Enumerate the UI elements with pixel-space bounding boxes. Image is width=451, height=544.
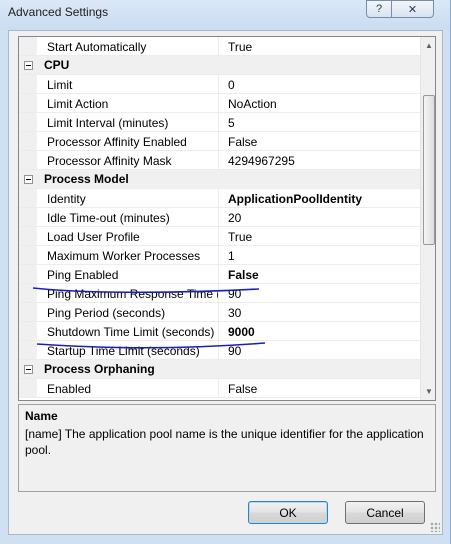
description-pane: Name [name] The application pool name is… [18,404,436,492]
row-margin [19,37,37,55]
category-label: Process Model [44,172,129,186]
property-name: Limit [37,75,219,93]
property-row[interactable]: Startup Time Limit (seconds) 90 [19,341,420,360]
property-value[interactable]: True [219,37,420,55]
row-margin [19,284,37,302]
property-name: Shutdown Time Limit (seconds) [37,322,219,340]
property-row[interactable]: Idle Time-out (minutes) 20 [19,208,420,227]
row-margin [19,227,37,245]
category-label: Process Orphaning [44,362,155,376]
property-value[interactable]: ApplicationPoolIdentity [219,189,420,207]
row-margin [19,379,37,397]
property-row[interactable]: Limit Action NoAction [19,94,420,113]
row-margin [19,265,37,283]
property-name: Startup Time Limit (seconds) [37,341,219,359]
description-text: [name] The application pool name is the … [25,427,424,457]
property-row[interactable]: Shutdown Time Limit (seconds) 9000 [19,322,420,341]
caption-buttons: ? ✕ [366,0,434,18]
row-margin [19,246,37,264]
help-icon: ? [375,3,383,15]
advanced-settings-window: Advanced Settings ? ✕ Start Automaticall… [0,0,451,544]
scroll-down-arrow-icon[interactable]: ▼ [421,383,435,400]
property-value[interactable]: 0 [219,75,420,93]
property-value[interactable]: 90 [219,284,420,302]
resize-grip[interactable] [430,522,440,532]
cancel-button[interactable]: Cancel [345,501,425,524]
property-value[interactable]: 1 [219,246,420,264]
description-title: Name [25,409,58,423]
property-value[interactable]: 90 [219,341,420,359]
category-row[interactable]: Process Model [19,170,420,189]
scroll-up-arrow-icon[interactable]: ▲ [421,37,435,54]
row-margin [19,303,37,321]
property-row[interactable]: Processor Affinity Enabled False [19,132,420,151]
ok-button[interactable]: OK [248,501,328,524]
property-value[interactable]: 4294967295 [219,151,420,169]
close-icon: ✕ [407,3,418,16]
category-row[interactable]: Process Orphaning [19,360,420,379]
property-row[interactable]: Processor Affinity Mask 4294967295 [19,151,420,170]
property-row[interactable]: Ping Enabled False [19,265,420,284]
property-name: Enabled [37,379,219,397]
scrollbar-thumb[interactable] [423,95,435,245]
property-value[interactable]: False [219,132,420,150]
help-button[interactable]: ? [366,0,392,18]
window-title: Advanced Settings [8,5,109,19]
property-name: Ping Period (seconds) [37,303,219,321]
property-name: Limit Action [37,94,219,112]
property-value[interactable]: False [219,379,420,397]
row-margin [19,322,37,340]
collapse-toggle-icon[interactable] [24,364,33,374]
property-name: Ping Maximum Response Time (s [37,284,219,302]
property-name: Processor Affinity Enabled [37,132,219,150]
property-name: Processor Affinity Mask [37,151,219,169]
property-name: Ping Enabled [37,265,219,283]
property-row[interactable]: Ping Maximum Response Time (s 90 [19,284,420,303]
category-label: CPU [44,58,70,72]
collapse-toggle-icon[interactable] [24,60,33,70]
row-margin [19,341,37,359]
property-row[interactable]: Enabled False [19,379,420,398]
row-margin [19,113,37,131]
property-value[interactable]: True [219,227,420,245]
property-grid-rows: Start Automatically True CPU Limit 0 Limit Ac… [19,37,420,398]
property-row[interactable]: Limit 0 [19,75,420,94]
vertical-scrollbar[interactable]: ▲ ▼ [420,37,435,400]
property-row[interactable]: Maximum Worker Processes 1 [19,246,420,265]
row-margin [19,75,37,93]
property-name: Load User Profile [37,227,219,245]
property-value[interactable]: 20 [219,208,420,226]
close-button[interactable]: ✕ [392,0,434,18]
collapse-toggle-icon[interactable] [24,174,33,184]
property-row[interactable]: Start Automatically True [19,37,420,56]
property-row[interactable]: Ping Period (seconds) 30 [19,303,420,322]
category-row[interactable]: CPU [19,56,420,75]
property-value[interactable]: NoAction [219,94,420,112]
property-row[interactable]: Limit Interval (minutes) 5 [19,113,420,132]
property-row[interactable]: Identity ApplicationPoolIdentity [19,189,420,208]
dialog-client-area: Start Automatically True CPU Limit 0 Limit Ac… [8,30,443,535]
property-value[interactable]: 9000 [219,322,420,340]
property-value[interactable]: 30 [219,303,420,321]
title-bar: Advanced Settings ? ✕ [0,0,451,28]
row-margin [19,208,37,226]
property-name: Start Automatically [37,37,219,55]
property-name: Idle Time-out (minutes) [37,208,219,226]
row-margin [19,94,37,112]
property-grid: Start Automatically True CPU Limit 0 Limit Ac… [18,36,436,401]
property-name: Limit Interval (minutes) [37,113,219,131]
property-name: Identity [37,189,219,207]
row-margin [19,132,37,150]
property-row[interactable]: Load User Profile True [19,227,420,246]
property-value[interactable]: False [219,265,420,283]
property-name: Maximum Worker Processes [37,246,219,264]
row-margin [19,151,37,169]
row-margin [19,189,37,207]
property-value[interactable]: 5 [219,113,420,131]
